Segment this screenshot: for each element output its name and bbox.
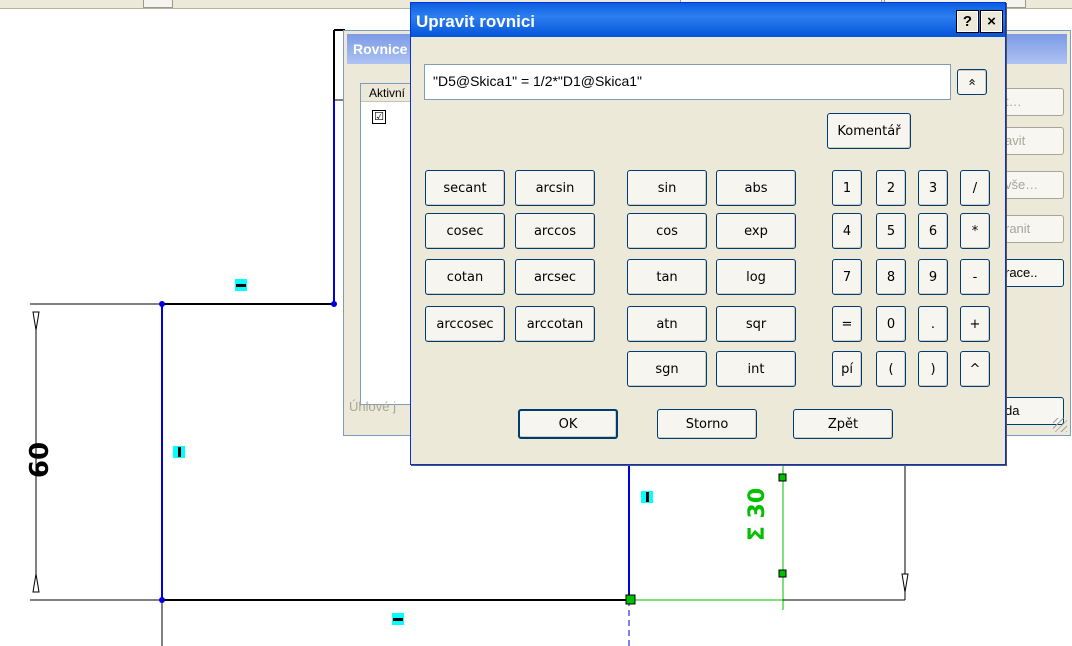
side-button-edit[interactable]: avit <box>998 127 1064 155</box>
title-bar[interactable]: Upravit rovnici ? × <box>411 3 1005 37</box>
func-arcsec[interactable]: arcsec <box>515 259 595 295</box>
angle-units-label: Úhlové j <box>349 399 396 414</box>
vertical-relation-icon[interactable] <box>641 491 653 503</box>
comment-button[interactable]: Komentář <box>827 113 911 149</box>
func-cos[interactable]: cos <box>627 213 707 249</box>
key-minus[interactable]: - <box>960 259 990 295</box>
key-0[interactable]: 0 <box>876 306 906 342</box>
side-button-add[interactable]: t… <box>998 88 1064 116</box>
func-cotan[interactable]: cotan <box>425 259 505 295</box>
key-6[interactable]: 6 <box>918 213 948 249</box>
key-1[interactable]: 1 <box>832 170 862 206</box>
key-equals[interactable]: = <box>832 306 862 342</box>
dimension-60-label[interactable]: 60 <box>25 442 55 478</box>
func-sin[interactable]: sin <box>627 170 707 206</box>
edit-equation-dialog: Upravit rovnici ? × "D5@Skica1" = 1/2*"D… <box>410 2 1006 465</box>
func-atn[interactable]: atn <box>627 306 707 342</box>
key-close-paren[interactable]: ) <box>918 351 948 387</box>
vertical-relation-icon[interactable] <box>173 446 185 458</box>
key-dot[interactable]: . <box>918 306 948 342</box>
key-4[interactable]: 4 <box>832 213 862 249</box>
key-open-paren[interactable]: ( <box>876 351 906 387</box>
close-button[interactable]: × <box>980 10 1003 33</box>
key-pi[interactable]: pí <box>832 351 862 387</box>
dialog-title: Upravit rovnici <box>416 12 536 31</box>
equation-input[interactable]: "D5@Skica1" = 1/2*"D1@Skica1" <box>424 64 951 100</box>
func-abs[interactable]: abs <box>716 170 796 206</box>
resize-grip[interactable] <box>1053 418 1067 432</box>
func-secant[interactable]: secant <box>425 170 505 206</box>
key-9[interactable]: 9 <box>918 259 948 295</box>
driven-dimension-30-label[interactable]: Σ 30 <box>745 488 770 541</box>
func-log[interactable]: log <box>716 259 796 295</box>
ok-button[interactable]: OK <box>518 409 618 439</box>
active-checkbox[interactable]: ☑ <box>372 110 386 124</box>
func-arccos[interactable]: arccos <box>515 213 595 249</box>
toolbar-box <box>143 0 173 8</box>
cancel-button[interactable]: Storno <box>657 409 757 439</box>
expand-button[interactable]: » <box>957 69 987 95</box>
func-tan[interactable]: tan <box>627 259 707 295</box>
func-sqr[interactable]: sqr <box>716 306 796 342</box>
func-exp[interactable]: exp <box>716 213 796 249</box>
help-button[interactable]: ? <box>956 10 979 33</box>
func-arcsin[interactable]: arcsin <box>515 170 595 206</box>
key-plus[interactable]: + <box>960 306 990 342</box>
side-button-edit-all[interactable]: vše… <box>998 171 1064 199</box>
key-3[interactable]: 3 <box>918 170 948 206</box>
func-arccotan[interactable]: arccotan <box>515 306 595 342</box>
func-sgn[interactable]: sgn <box>627 351 707 387</box>
back-button[interactable]: Zpět <box>793 409 893 439</box>
side-button-configure[interactable]: race.. <box>998 259 1064 287</box>
func-cosec[interactable]: cosec <box>425 213 505 249</box>
horizontal-relation-icon[interactable] <box>235 279 247 291</box>
key-multiply[interactable]: * <box>960 213 990 249</box>
key-5[interactable]: 5 <box>876 213 906 249</box>
horizontal-relation-icon[interactable] <box>392 613 404 625</box>
key-8[interactable]: 8 <box>876 259 906 295</box>
key-power[interactable]: ^ <box>960 351 990 387</box>
func-arccosec[interactable]: arccosec <box>425 306 505 342</box>
key-2[interactable]: 2 <box>876 170 906 206</box>
side-button-delete[interactable]: ranit <box>998 215 1064 243</box>
key-divide[interactable]: / <box>960 170 990 206</box>
func-int[interactable]: int <box>716 351 796 387</box>
key-7[interactable]: 7 <box>832 259 862 295</box>
selected-point[interactable] <box>625 594 636 605</box>
